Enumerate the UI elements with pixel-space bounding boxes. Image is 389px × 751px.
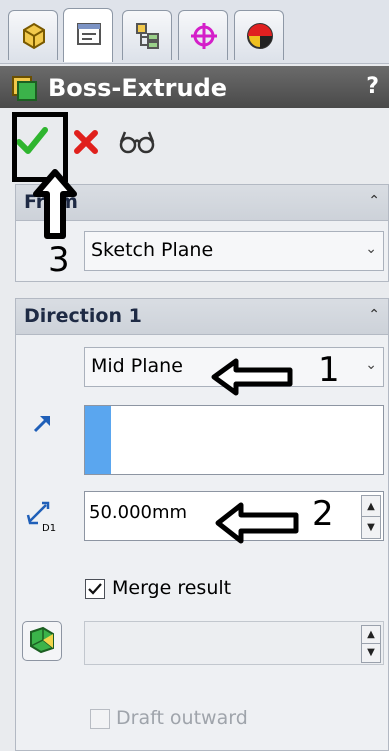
merge-result-checkbox[interactable]: [85, 579, 105, 599]
annotation-number-2: 2: [312, 494, 334, 534]
arrow-left-annotation: [211, 358, 293, 396]
svg-text:D1: D1: [42, 523, 56, 533]
collapse-icon[interactable]: ⌃: [368, 307, 380, 323]
display-manager-icon: [247, 23, 273, 49]
arrow-left-annotation: [215, 502, 299, 544]
direction1-group-title: Direction 1: [24, 305, 142, 327]
checkmark-icon: [88, 583, 102, 595]
tab-feature-manager[interactable]: [8, 10, 58, 60]
annotation-number-3: 3: [48, 240, 70, 280]
spin-up-icon[interactable]: ▲: [362, 626, 380, 644]
draft-angle-spinner[interactable]: ▲ ▼: [361, 625, 381, 663]
chevron-down-icon: ⌄: [365, 357, 377, 373]
direction-selection-box[interactable]: [84, 405, 384, 475]
dimxpert-icon: [191, 23, 217, 49]
help-icon[interactable]: ?: [366, 74, 379, 99]
chevron-down-icon: ⌄: [365, 241, 377, 257]
depth-spinner[interactable]: ▲ ▼: [361, 495, 381, 539]
selection-indicator: [85, 406, 111, 474]
feature-title: Boss-Extrude: [48, 74, 228, 102]
spin-down-icon[interactable]: ▼: [362, 644, 380, 662]
spin-up-icon[interactable]: ▲: [362, 496, 380, 517]
configuration-manager-icon: [136, 23, 159, 49]
property-manager-icon: [77, 23, 101, 45]
boss-extrude-icon: [12, 76, 37, 101]
spin-down-icon[interactable]: ▼: [362, 517, 380, 538]
feature-title-bar: Boss-Extrude ?: [0, 66, 389, 108]
start-condition-select[interactable]: Sketch Plane ⌄: [84, 231, 384, 271]
draft-outward-label: Draft outward: [116, 707, 248, 729]
arrow-up-annotation: [33, 169, 77, 239]
depth-dimension-icon: D1: [26, 501, 56, 533]
tab-property-manager[interactable]: [63, 8, 113, 62]
direction1-group-header[interactable]: Direction 1 ⌃: [16, 299, 388, 335]
detailed-preview-icon[interactable]: [118, 128, 156, 156]
annotation-number-1: 1: [318, 350, 340, 390]
draft-outward-checkbox[interactable]: [90, 709, 110, 729]
draft-toggle-button[interactable]: [22, 621, 62, 661]
draft-angle-input[interactable]: ▲ ▼: [84, 621, 384, 665]
draft-icon: [30, 626, 54, 654]
collapse-icon[interactable]: ⌃: [368, 193, 380, 209]
end-condition-value: Mid Plane: [91, 355, 183, 377]
tab-display-manager[interactable]: [234, 10, 284, 60]
reverse-direction-icon[interactable]: [32, 412, 54, 434]
tab-dimxpert[interactable]: [178, 10, 228, 60]
property-manager-tabstrip: [0, 0, 389, 64]
tab-configuration-manager[interactable]: [122, 10, 172, 60]
x-icon[interactable]: [72, 128, 100, 156]
start-condition-value: Sketch Plane: [91, 239, 214, 261]
feature-manager-icon: [23, 22, 45, 50]
depth-value: 50.000mm: [89, 502, 188, 523]
merge-result-label: Merge result: [112, 577, 232, 599]
